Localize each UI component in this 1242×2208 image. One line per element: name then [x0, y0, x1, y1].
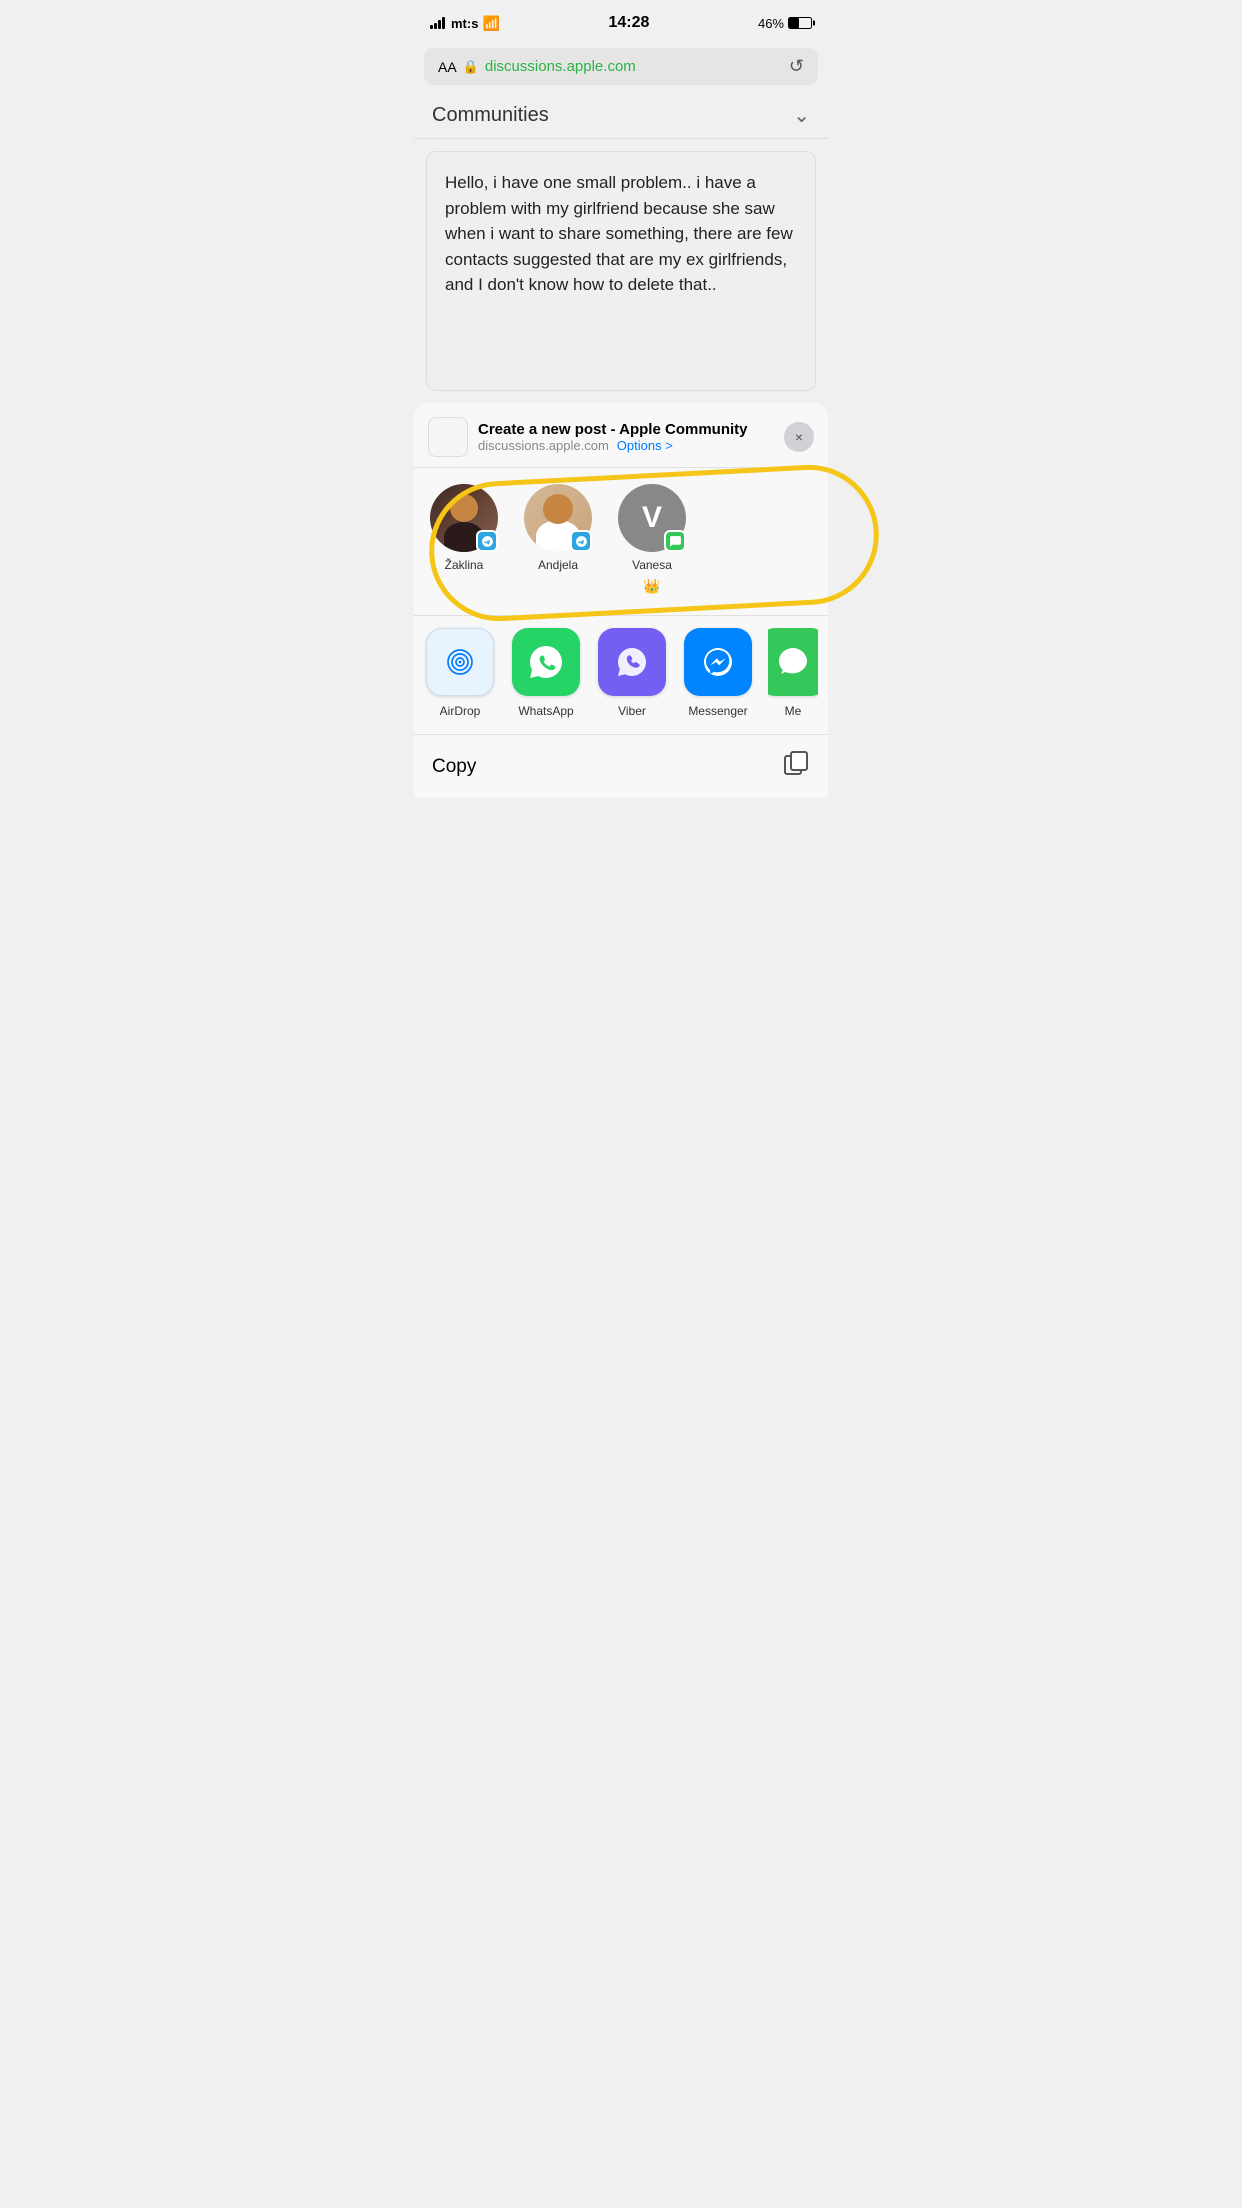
url-display: discussions.apple.com	[485, 58, 636, 75]
avatar-vanesa: V	[618, 484, 686, 552]
telegram-badge-zaklina	[476, 530, 498, 552]
post-content: Hello, i have one small problem.. i have…	[445, 170, 797, 298]
viber-icon	[598, 628, 666, 696]
aa-button[interactable]: AA	[438, 59, 457, 75]
share-subtitle: discussions.apple.com Options >	[478, 438, 774, 453]
share-url: discussions.apple.com	[478, 438, 609, 453]
communities-title: Communities	[432, 104, 549, 127]
messages-partial-icon	[768, 628, 818, 696]
contacts-row: Žaklina Andjela V	[414, 468, 828, 615]
contact-andjela[interactable]: Andjela	[518, 484, 598, 595]
app-item-whatsapp[interactable]: WhatsApp	[510, 628, 582, 718]
share-title-area: Create a new post - Apple Community disc…	[478, 421, 774, 453]
airdrop-icon	[426, 628, 494, 696]
share-main-title: Create a new post - Apple Community	[478, 421, 774, 438]
status-bar: mt:s 📶 14:28 46%	[414, 0, 828, 44]
contact-zaklina[interactable]: Žaklina	[424, 484, 504, 595]
app-item-airdrop[interactable]: AirDrop	[424, 628, 496, 718]
copy-row[interactable]: Copy	[414, 734, 828, 798]
airdrop-label: AirDrop	[440, 704, 481, 718]
share-sheet: Create a new post - Apple Community disc…	[414, 403, 828, 798]
avatar-zaklina	[430, 484, 498, 552]
contact-vanesa[interactable]: V Vanesa 👑	[612, 484, 692, 595]
communities-header[interactable]: Communities ⌄	[414, 93, 828, 139]
telegram-badge-andjela	[570, 530, 592, 552]
copy-icon	[782, 749, 810, 784]
app-icons-row: AirDrop WhatsApp Viber	[414, 615, 828, 734]
app-item-messages-partial[interactable]: Me	[768, 628, 818, 718]
close-button[interactable]: ×	[784, 422, 814, 452]
post-area: Hello, i have one small problem.. i have…	[414, 139, 828, 403]
status-left: mt:s 📶	[430, 15, 500, 32]
contact-name-andjela: Andjela	[538, 558, 578, 572]
reload-button[interactable]: ↺	[789, 56, 804, 77]
post-card: Hello, i have one small problem.. i have…	[426, 151, 816, 391]
apple-icon	[428, 417, 468, 457]
viber-label: Viber	[618, 704, 646, 718]
copy-label[interactable]: Copy	[432, 756, 476, 778]
app-item-messenger[interactable]: Messenger	[682, 628, 754, 718]
app-item-viber[interactable]: Viber	[596, 628, 668, 718]
lock-icon: 🔒	[463, 59, 479, 75]
whatsapp-label: WhatsApp	[518, 704, 573, 718]
messenger-label: Messenger	[688, 704, 747, 718]
share-header: Create a new post - Apple Community disc…	[414, 403, 828, 468]
time-display: 14:28	[608, 14, 649, 32]
url-bar-left: AA 🔒 discussions.apple.com	[438, 58, 636, 75]
messages-partial-label: Me	[785, 704, 802, 718]
battery-icon	[788, 17, 812, 29]
contact-name-vanesa: Vanesa	[632, 558, 672, 572]
status-right: 46%	[758, 16, 812, 31]
messenger-icon	[684, 628, 752, 696]
contact-name-zaklina: Žaklina	[445, 558, 484, 572]
messages-badge-vanesa	[664, 530, 686, 552]
vanesa-emoji: 👑	[643, 578, 660, 595]
options-link[interactable]: Options >	[617, 438, 673, 453]
chevron-down-icon: ⌄	[793, 103, 810, 128]
browser-bar: AA 🔒 discussions.apple.com ↺	[414, 44, 828, 93]
avatar-andjela	[524, 484, 592, 552]
battery-percent: 46%	[758, 16, 784, 31]
signal-bars	[430, 17, 445, 29]
whatsapp-icon	[512, 628, 580, 696]
carrier-label: mt:s	[451, 16, 478, 31]
url-bar[interactable]: AA 🔒 discussions.apple.com ↺	[424, 48, 818, 85]
wifi-icon: 📶	[482, 15, 499, 32]
